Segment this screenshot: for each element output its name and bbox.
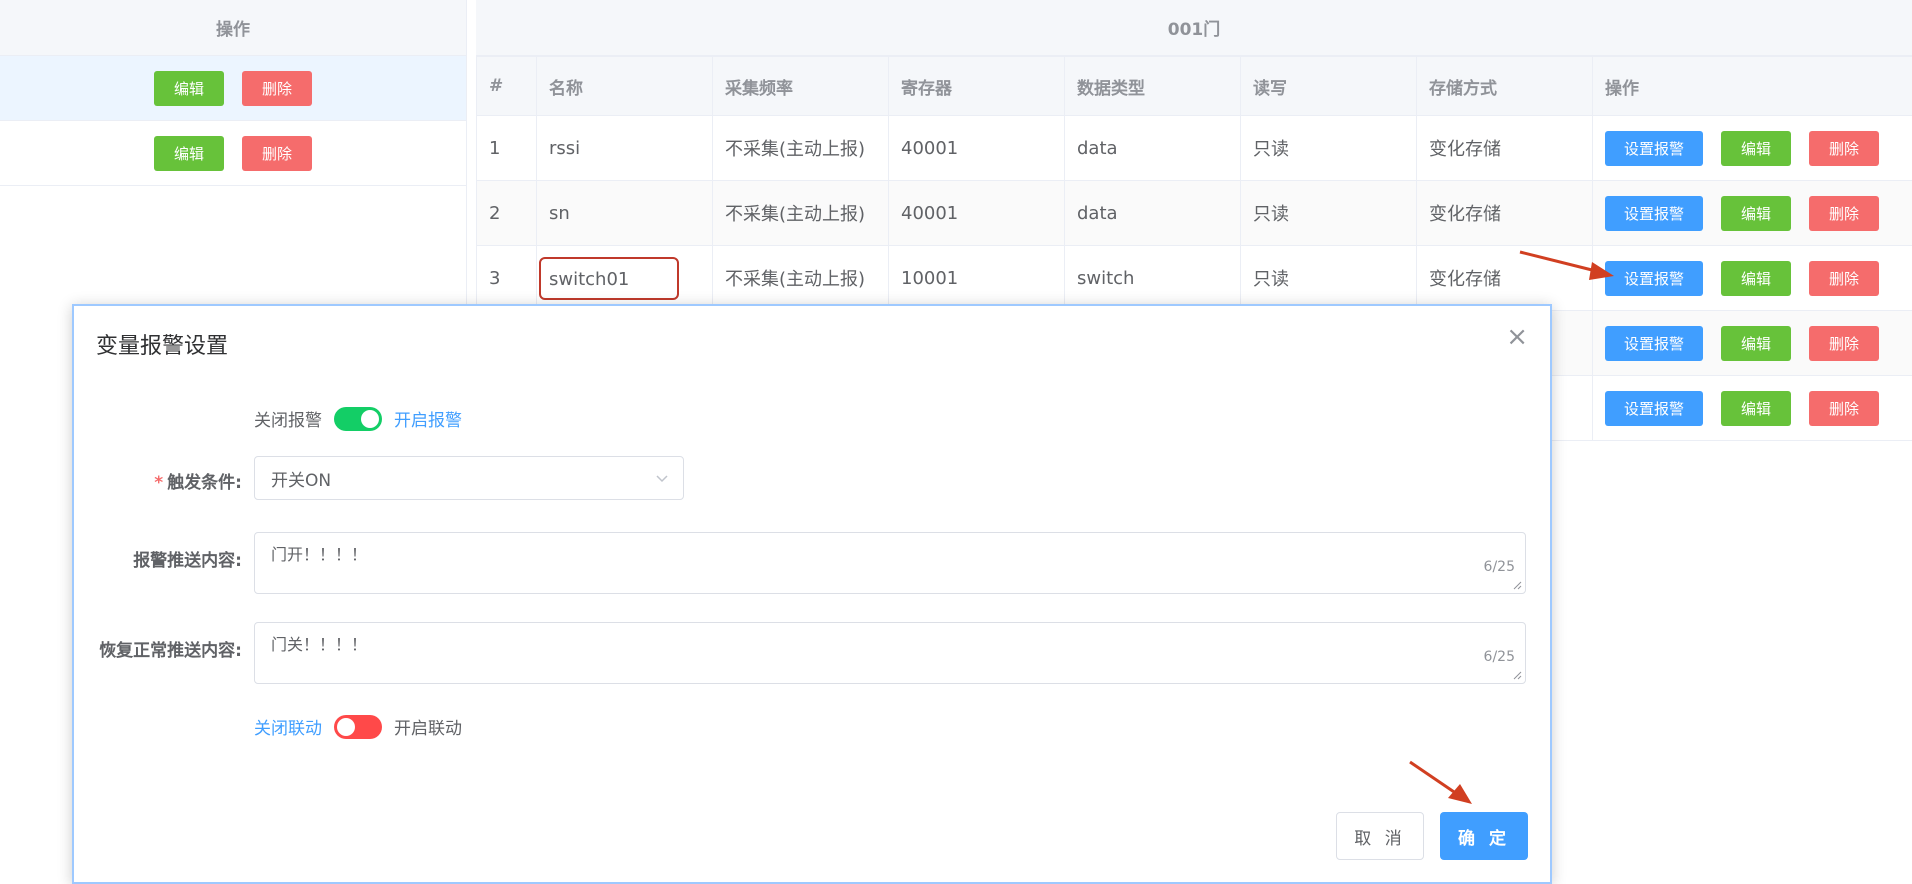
column-header: 名称 — [536, 56, 713, 116]
row-storage: 变化存储 — [1416, 180, 1593, 246]
row-name: rssi — [536, 115, 713, 181]
column-header: 采集频率 — [712, 56, 889, 116]
row-index: 1 — [476, 115, 537, 181]
confirm-button[interactable]: 确 定 — [1440, 812, 1528, 860]
row-read-write: 只读 — [1240, 115, 1417, 181]
left-row: 编辑 删除 — [0, 56, 466, 121]
delete-button[interactable]: 删除 — [242, 135, 312, 171]
column-header: 寄存器 — [888, 56, 1065, 116]
row-name-cell: switch01 — [536, 245, 713, 311]
delete-button[interactable]: 删除 — [1809, 390, 1879, 426]
row-data-type: data — [1064, 115, 1241, 181]
row-read-write: 只读 — [1240, 245, 1417, 311]
row-name: sn — [536, 180, 713, 246]
set-alarm-button[interactable]: 设置报警 — [1605, 195, 1703, 231]
column-header: 数据类型 — [1064, 56, 1241, 116]
link-toggle[interactable] — [334, 714, 382, 739]
row-actions: 设置报警 编辑 删除 — [1592, 310, 1912, 376]
edit-button[interactable]: 编辑 — [1721, 195, 1791, 231]
left-header: 操作 — [0, 0, 466, 56]
row-index: 2 — [476, 180, 537, 246]
column-header: # — [476, 56, 537, 116]
row-register: 10001 — [888, 245, 1065, 311]
delete-button[interactable]: 删除 — [1809, 195, 1879, 231]
column-header: 读写 — [1240, 56, 1417, 116]
row-read-write: 只读 — [1240, 180, 1417, 246]
edit-button[interactable]: 编辑 — [154, 135, 224, 171]
chevron-down-icon — [656, 475, 668, 483]
delete-button[interactable]: 删除 — [1809, 260, 1879, 296]
toggle-knob — [337, 717, 355, 736]
left-row: 编辑 删除 — [0, 121, 466, 186]
trigger-select[interactable]: 开关ON — [254, 456, 684, 500]
trigger-label: 触发条件: — [167, 473, 242, 493]
delete-button[interactable]: 删除 — [1809, 325, 1879, 361]
required-asterisk: * — [154, 473, 164, 493]
delete-button[interactable]: 删除 — [242, 70, 312, 106]
cancel-button[interactable]: 取 消 — [1336, 812, 1424, 860]
alarm-settings-dialog: 变量报警设置 × 关闭报警 开启报警 * 触发条件: 开关ON 报警推送内容: 门… — [72, 304, 1552, 884]
resize-grip-icon[interactable] — [1513, 581, 1522, 590]
row-storage: 变化存储 — [1416, 245, 1593, 311]
push-content-textarea[interactable]: 门开！！！！ 6/25 — [254, 532, 1526, 594]
push-content-value: 门开！！！！ — [271, 545, 368, 564]
row-frequency: 不采集(主动上报) — [712, 115, 889, 181]
table-row: 2 sn 不采集(主动上报) 40001 data 只读 变化存储 设置报警 编… — [476, 180, 1912, 246]
alarm-on-label: 开启报警 — [394, 411, 462, 431]
recover-content-textarea[interactable]: 门关！！！！ 6/25 — [254, 622, 1526, 684]
set-alarm-button[interactable]: 设置报警 — [1605, 260, 1703, 296]
edit-button[interactable]: 编辑 — [154, 70, 224, 106]
row-actions: 设置报警 编辑 删除 — [1592, 180, 1912, 246]
alarm-switch-row: 关闭报警 开启报警 — [254, 406, 462, 431]
dialog-title: 变量报警设置 — [96, 334, 229, 359]
set-alarm-button[interactable]: 设置报警 — [1605, 390, 1703, 426]
push-label: 报警推送内容: — [133, 551, 242, 571]
set-alarm-button[interactable]: 设置报警 — [1605, 325, 1703, 361]
set-alarm-button[interactable]: 设置报警 — [1605, 130, 1703, 166]
delete-button[interactable]: 删除 — [1809, 130, 1879, 166]
edit-button[interactable]: 编辑 — [1721, 390, 1791, 426]
row-storage: 变化存储 — [1416, 115, 1593, 181]
row-actions: 设置报警 编辑 删除 — [1592, 245, 1912, 311]
row-data-type: data — [1064, 180, 1241, 246]
row-frequency: 不采集(主动上报) — [712, 180, 889, 246]
row-index: 3 — [476, 245, 537, 311]
edit-button[interactable]: 编辑 — [1721, 325, 1791, 361]
row-name: switch01 — [539, 256, 679, 300]
row-actions: 设置报警 编辑 删除 — [1592, 375, 1912, 441]
trigger-value: 开关ON — [271, 470, 332, 491]
link-on-label: 开启联动 — [394, 719, 462, 739]
trigger-label-wrap: * 触发条件: — [154, 468, 242, 493]
alarm-toggle[interactable] — [334, 406, 382, 431]
row-frequency: 不采集(主动上报) — [712, 245, 889, 311]
close-icon[interactable]: × — [1506, 324, 1528, 350]
toggle-knob — [361, 409, 379, 428]
device-title: 001门 — [476, 0, 1912, 56]
recover-label: 恢复正常推送内容: — [99, 641, 242, 661]
char-counter: 6/25 — [1483, 649, 1515, 665]
row-data-type: switch — [1064, 245, 1241, 311]
recover-content-value: 门关！！！！ — [271, 635, 368, 654]
row-register: 40001 — [888, 115, 1065, 181]
edit-button[interactable]: 编辑 — [1721, 260, 1791, 296]
edit-button[interactable]: 编辑 — [1721, 130, 1791, 166]
row-actions: 设置报警 编辑 删除 — [1592, 115, 1912, 181]
resize-grip-icon[interactable] — [1513, 671, 1522, 680]
char-counter: 6/25 — [1483, 559, 1515, 575]
link-switch-row: 关闭联动 开启联动 — [254, 714, 462, 739]
table-row: 1 rssi 不采集(主动上报) 40001 data 只读 变化存储 设置报警… — [476, 115, 1912, 181]
column-header: 操作 — [1592, 56, 1912, 116]
row-register: 40001 — [888, 180, 1065, 246]
table-header-row: # 名称 采集频率 寄存器 数据类型 读写 存储方式 操作 — [476, 56, 1912, 116]
link-off-label: 关闭联动 — [254, 719, 322, 739]
table-row: 3 switch01 不采集(主动上报) 10001 switch 只读 变化存… — [476, 245, 1912, 311]
alarm-off-label: 关闭报警 — [254, 411, 322, 431]
column-header: 存储方式 — [1416, 56, 1593, 116]
